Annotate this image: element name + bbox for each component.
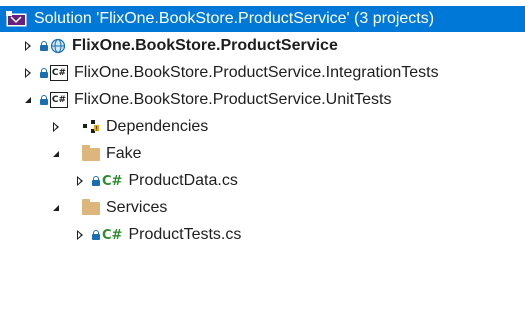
- folder-services[interactable]: Services: [0, 195, 525, 221]
- expand-arrow-icon[interactable]: [74, 229, 86, 241]
- collapse-arrow-icon[interactable]: [50, 202, 62, 214]
- lock-icon: [92, 176, 100, 186]
- csharp-project-icon: C#: [50, 65, 68, 81]
- file-label: ProductData.cs: [128, 172, 238, 189]
- project-label: FlixOne.BookStore.ProductService: [72, 37, 338, 54]
- lock-icon: [92, 230, 100, 240]
- folder-label: Services: [106, 199, 168, 216]
- file-productdata[interactable]: C# ProductData.cs: [0, 168, 525, 194]
- file-label: ProductTests.cs: [128, 226, 242, 243]
- lock-icon: [40, 68, 48, 78]
- svg-text:!: !: [95, 126, 97, 133]
- folder-label: Fake: [106, 145, 142, 162]
- project-unittests[interactable]: C# FlixOne.BookStore.ProductService.Unit…: [0, 87, 525, 113]
- dependencies-icon: !: [82, 119, 100, 135]
- project-productservice[interactable]: FlixOne.BookStore.ProductService: [0, 33, 525, 59]
- folder-icon: [82, 198, 100, 215]
- folder-icon: [82, 144, 100, 161]
- lock-icon: [40, 41, 48, 51]
- project-integrationtests[interactable]: C# FlixOne.BookStore.ProductService.Inte…: [0, 60, 525, 86]
- dependencies-node[interactable]: ! Dependencies: [0, 114, 525, 140]
- folder-fake[interactable]: Fake: [0, 141, 525, 167]
- file-producttests[interactable]: C# ProductTests.cs: [0, 222, 525, 248]
- collapse-arrow-icon[interactable]: [22, 94, 34, 106]
- solution-label: Solution 'FlixOne.BookStore.ProductServi…: [34, 10, 435, 27]
- csharp-project-icon: C#: [50, 92, 68, 108]
- lock-icon: [40, 95, 48, 105]
- web-project-icon: [50, 38, 66, 54]
- collapse-arrow-icon[interactable]: [50, 148, 62, 160]
- project-label: FlixOne.BookStore.ProductService.Integra…: [74, 64, 439, 81]
- solution-icon: [6, 11, 28, 27]
- expand-arrow-icon[interactable]: [22, 67, 34, 79]
- csharp-file-icon: C#: [102, 227, 123, 243]
- csharp-file-icon: C#: [102, 173, 123, 189]
- expand-arrow-icon[interactable]: [50, 121, 62, 133]
- dependencies-label: Dependencies: [106, 118, 209, 135]
- solution-node[interactable]: Solution 'FlixOne.BookStore.ProductServi…: [0, 6, 525, 32]
- expand-arrow-icon[interactable]: [74, 175, 86, 187]
- project-label: FlixOne.BookStore.ProductService.UnitTes…: [74, 91, 392, 108]
- expand-arrow-icon[interactable]: [22, 40, 34, 52]
